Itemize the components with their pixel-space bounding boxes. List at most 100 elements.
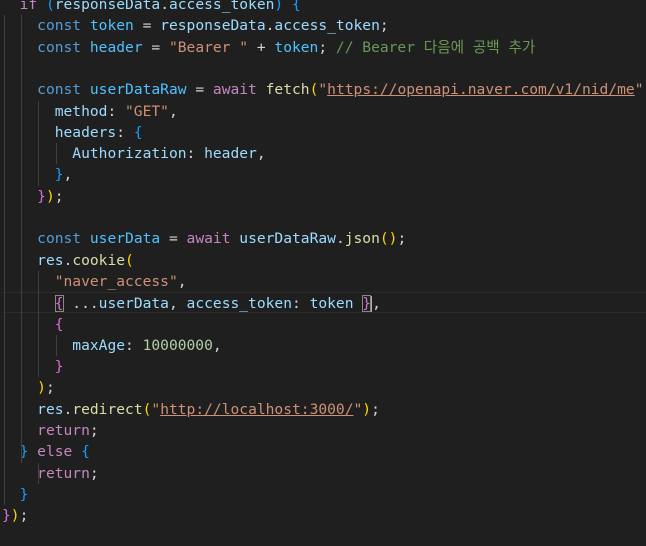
code-token: if	[19, 0, 38, 13]
code-token: :	[107, 102, 126, 120]
code-editor[interactable]: if (responseData.access_token) { const t…	[0, 0, 646, 546]
code-token: ;	[318, 38, 336, 56]
code-token: return	[37, 422, 90, 439]
code-token: maxAge	[72, 336, 126, 354]
code-token: +	[248, 38, 275, 56]
code-token: {	[81, 443, 90, 461]
code-token: userDataRaw	[239, 230, 336, 248]
code-token: userDataRaw	[89, 81, 187, 99]
code-line[interactable]: const token = responseData.access_token;	[2, 15, 646, 36]
code-token: )	[362, 400, 372, 418]
code-token: ;	[379, 17, 389, 35]
code-line[interactable]: });	[2, 505, 646, 526]
indent-guide	[21, 15, 23, 463]
code-token: const	[37, 17, 82, 35]
code-token: :	[125, 336, 143, 354]
code-token: {	[54, 315, 64, 333]
code-token: header	[204, 145, 257, 163]
code-line[interactable]: },	[2, 164, 646, 185]
code-token: responseData	[54, 0, 161, 13]
code-line[interactable]: const userDataRaw = await fetch("https:/…	[2, 79, 646, 100]
code-token: http://localhost:3000/	[160, 400, 354, 418]
code-token: "Bearer "	[168, 38, 249, 56]
code-token: =	[160, 230, 187, 248]
code-line[interactable]	[2, 207, 646, 228]
code-line[interactable]: Authorization: header,	[2, 143, 646, 164]
code-token: res	[37, 400, 64, 418]
indent-guide	[38, 462, 40, 484]
code-line[interactable]: const header = "Bearer " + token; // Bea…	[2, 37, 646, 58]
code-token: "	[151, 400, 161, 418]
code-token: fetch	[265, 81, 310, 99]
code-token: ,	[372, 295, 381, 313]
code-token: userData	[89, 230, 161, 248]
code-token: headers	[54, 123, 117, 141]
code-line[interactable]: });	[2, 186, 646, 207]
code-token: const	[37, 230, 82, 248]
code-token: ;	[89, 422, 99, 439]
code-token: ;	[19, 507, 29, 525]
code-line[interactable]: maxAge: 10000000,	[2, 335, 646, 356]
code-line[interactable]: }	[2, 484, 646, 505]
code-line[interactable]: { ...userData, access_token: token },	[2, 292, 646, 314]
code-token: }	[37, 187, 46, 205]
code-token: token	[309, 295, 354, 313]
code-line[interactable]: );	[2, 377, 646, 398]
code-token: const	[37, 38, 82, 56]
code-token: json	[344, 230, 380, 248]
code-token: ;	[45, 379, 55, 397]
code-line[interactable]: headers: {	[2, 122, 646, 143]
code-line[interactable]: res.cookie(	[2, 250, 646, 271]
code-token: "naver_access"	[54, 272, 178, 290]
code-line[interactable]: return;	[2, 463, 646, 484]
code-token: "GET"	[125, 102, 169, 120]
code-token: redirect	[72, 400, 143, 418]
code-token: token	[274, 38, 319, 56]
code-line[interactable]: "naver_access",	[2, 271, 646, 292]
code-token: (	[125, 251, 134, 269]
code-line[interactable]: res.redirect("http://localhost:3000/");	[2, 399, 646, 420]
code-token: {	[54, 295, 64, 313]
code-token: ...	[63, 295, 99, 313]
code-line[interactable]: return;	[2, 420, 646, 441]
code-line[interactable]: if (responseData.access_token) {	[2, 0, 646, 15]
code-token: cookie	[72, 251, 126, 269]
code-line[interactable]: }	[2, 356, 646, 377]
code-token: else	[37, 443, 73, 461]
code-token: )	[274, 0, 284, 13]
code-token: 10000000	[142, 336, 213, 354]
code-line[interactable]: {	[2, 314, 646, 335]
code-line[interactable]: method: "GET",	[2, 101, 646, 122]
code-token: =	[186, 81, 213, 99]
code-line[interactable]	[2, 58, 646, 79]
code-token: res	[37, 251, 64, 269]
code-token: "	[353, 400, 363, 418]
code-token: token	[89, 17, 134, 35]
code-line[interactable]: const userData = await userDataRaw.json(…	[2, 228, 646, 249]
code-token: access_token	[274, 17, 380, 35]
indent-guide	[55, 334, 57, 357]
code-line[interactable]: } else {	[2, 441, 646, 462]
code-token: access_token	[186, 295, 292, 313]
indent-guide	[55, 143, 57, 165]
code-token: .	[63, 400, 73, 418]
